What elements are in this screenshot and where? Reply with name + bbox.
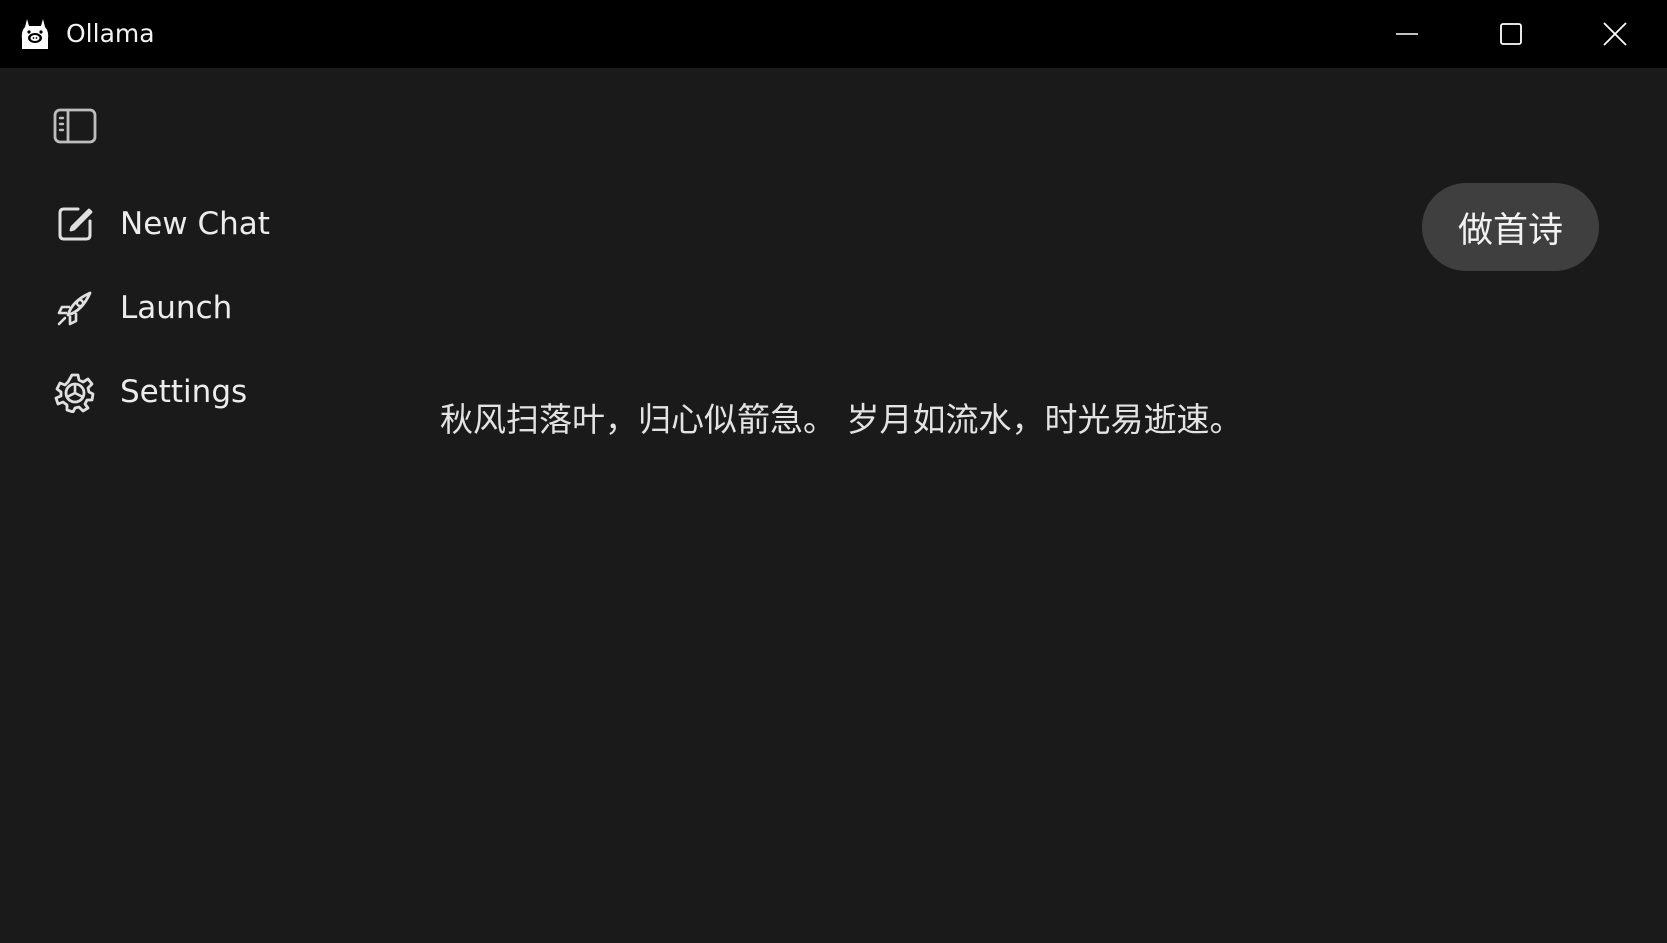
- assistant-message: 秋风扫落叶，归心似箭急。 岁月如流水，时光易逝速。: [440, 400, 1243, 439]
- sidebar-item-settings[interactable]: Settings: [52, 367, 332, 417]
- sidebar-item-label: Launch: [120, 290, 233, 326]
- rocket-icon: [57, 291, 92, 326]
- sidebar-item-new-chat[interactable]: New Chat: [52, 199, 332, 249]
- app-window: Ollama New Chat Launch Settings 做首诗 秋风扫落…: [0, 0, 1667, 943]
- maximize-button[interactable]: [1459, 0, 1563, 68]
- sidebar-item-label: Settings: [120, 374, 248, 410]
- sidebar-item-launch[interactable]: Launch: [52, 283, 332, 333]
- close-button[interactable]: [1563, 0, 1667, 68]
- gear-icon: [54, 373, 95, 413]
- minimize-button[interactable]: [1355, 0, 1459, 68]
- sidebar-toggle-icon: [53, 108, 97, 144]
- maximize-icon: [1500, 23, 1522, 45]
- close-icon: [1603, 22, 1627, 46]
- sidebar-toggle-button[interactable]: [52, 106, 98, 146]
- minimize-icon: [1396, 33, 1418, 35]
- window-title: Ollama: [66, 19, 155, 48]
- edit-square-icon: [58, 207, 93, 241]
- ollama-llama-icon: [21, 19, 49, 49]
- sidebar-item-label: New Chat: [120, 206, 270, 242]
- user-message-bubble: 做首诗: [1422, 183, 1599, 271]
- title-bar[interactable]: Ollama: [0, 0, 1667, 68]
